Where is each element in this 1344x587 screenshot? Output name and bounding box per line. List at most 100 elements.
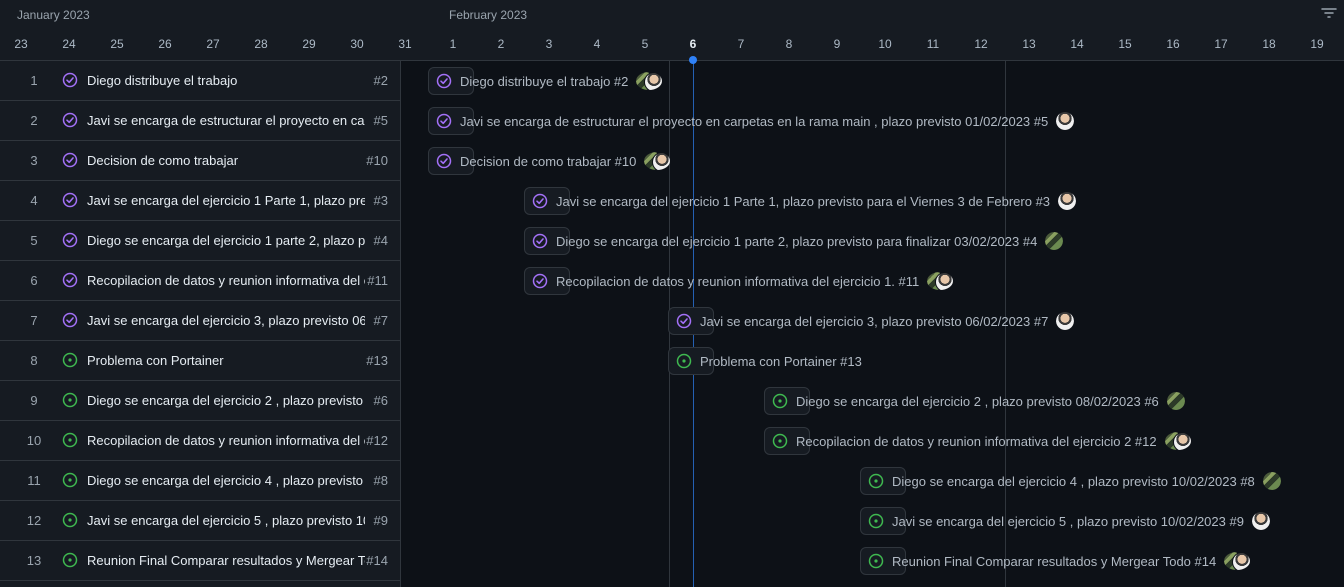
day-label: 8	[785, 37, 793, 51]
day-label: 13	[1022, 37, 1036, 51]
row-number: 8	[30, 353, 38, 368]
timeline-bar-label: Javi se encarga del ejercicio 1 Parte 1,…	[556, 194, 1051, 209]
issue-title[interactable]: Decision de como trabajar	[87, 153, 365, 168]
issue-title[interactable]: Recopilacion de datos y reunion informat…	[87, 273, 365, 288]
day-label: 15	[1118, 37, 1132, 51]
issue-row[interactable]: 11 Diego se encarga del ejercicio 4 , pla…	[0, 461, 400, 501]
issue-row[interactable]: 1 Diego distribuye el trabajo #2	[0, 61, 400, 101]
day-label: 9	[833, 37, 841, 51]
closed-issue-icon	[62, 152, 78, 168]
issue-title[interactable]: Javi se encarga del ejercicio 3, plazo p…	[87, 313, 365, 328]
issue-row[interactable]: 13 Reunion Final Comparar resultados y Me…	[0, 541, 400, 581]
day-label: 12	[974, 37, 988, 51]
day-label: 16	[1166, 37, 1180, 51]
row-number: 11	[27, 473, 41, 488]
issue-title[interactable]: Diego distribuye el trabajo	[87, 73, 365, 88]
issue-title[interactable]: Diego se encarga del ejercicio 1 parte 2…	[87, 233, 365, 248]
avatar-image	[935, 272, 954, 290]
issue-title[interactable]: Reunion Final Comparar resultados y Merg…	[87, 553, 365, 568]
closed-issue-icon	[532, 273, 548, 289]
row-number: 2	[30, 113, 38, 128]
assignee-avatar[interactable]	[1166, 392, 1185, 410]
timeline-bar-label: Javi se encarga de estructurar el proyec…	[460, 114, 1049, 129]
avatar-image	[1251, 512, 1270, 530]
open-issue-icon	[62, 392, 78, 408]
month-label: January 2023	[17, 8, 90, 22]
filter-icon[interactable]	[1320, 6, 1338, 22]
assignee-avatar[interactable]	[1056, 312, 1075, 330]
avatar-image	[1058, 192, 1077, 210]
assignee-avatar[interactable]	[1224, 552, 1251, 570]
closed-issue-icon	[62, 192, 78, 208]
issue-row[interactable]: 12 Javi se encarga del ejercicio 5 , plaz…	[0, 501, 400, 541]
issue-row[interactable]: 7 Javi se encarga del ejercicio 3, plazo …	[0, 301, 400, 341]
closed-issue-icon	[62, 72, 78, 88]
issue-title[interactable]: Javi se encarga del ejercicio 1 Parte 1,…	[87, 193, 365, 208]
timeline-bar-label: Decision de como trabajar #10	[460, 154, 637, 169]
row-number: 6	[30, 273, 38, 288]
avatar-image	[1262, 472, 1281, 490]
issue-row[interactable]: 2 Javi se encarga de estructurar el proye…	[0, 101, 400, 141]
issue-row[interactable]: 3 Decision de como trabajar #10	[0, 141, 400, 181]
assignee-avatar[interactable]	[1262, 472, 1281, 490]
day-label: 10	[878, 37, 892, 51]
assignee-avatar[interactable]	[636, 72, 663, 90]
issue-number: #2	[373, 73, 388, 88]
open-issue-icon	[676, 353, 692, 369]
row-number: 1	[30, 73, 38, 88]
assignee-avatar[interactable]	[1056, 112, 1075, 130]
row-number: 3	[30, 153, 38, 168]
open-issue-icon	[62, 512, 78, 528]
issue-number: #11	[367, 273, 388, 288]
closed-issue-icon	[62, 112, 78, 128]
issue-row[interactable]: 10 Recopilacion de datos y reunion inform…	[0, 421, 400, 461]
day-label: 23	[14, 37, 28, 51]
day-label: 19	[1310, 37, 1324, 51]
closed-issue-icon	[436, 73, 452, 89]
timeline-bar-label: Javi se encarga del ejercicio 5 , plazo …	[892, 514, 1244, 529]
assignee-avatar[interactable]	[1251, 512, 1270, 530]
row-number: 10	[26, 433, 42, 448]
issue-row[interactable]: 9 Diego se encarga del ejercicio 2 , plaz…	[0, 381, 400, 421]
issue-title[interactable]: Diego se encarga del ejercicio 2 , plazo…	[87, 393, 365, 408]
day-label: 30	[350, 37, 364, 51]
issue-title[interactable]: Problema con Portainer	[87, 353, 365, 368]
day-label: 28	[254, 37, 268, 51]
avatar-image	[1056, 112, 1075, 130]
day-label: 14	[1070, 37, 1084, 51]
issue-row[interactable]: 8 Problema con Portainer #13	[0, 341, 400, 381]
timeline-bar-label: Reunion Final Comparar resultados y Merg…	[892, 554, 1217, 569]
issue-row[interactable]: 5 Diego se encarga del ejercicio 1 parte …	[0, 221, 400, 261]
day-label: 27	[206, 37, 220, 51]
open-issue-icon	[868, 473, 884, 489]
timeline-bar-label: Problema con Portainer #13	[700, 354, 862, 369]
month-label: February 2023	[449, 8, 528, 22]
avatar-image	[1172, 432, 1191, 450]
timeline-bar-label: Recopilacion de datos y reunion informat…	[556, 274, 920, 289]
issue-number: #14	[366, 553, 388, 568]
issue-title[interactable]: Javi se encarga de estructurar el proyec…	[87, 113, 365, 128]
closed-issue-icon	[436, 153, 452, 169]
issue-number: #4	[373, 233, 388, 248]
day-label: 11	[926, 37, 940, 51]
assignee-avatar[interactable]	[927, 272, 954, 290]
day-label: 7	[737, 37, 745, 51]
issue-row[interactable]: 4 Javi se encarga del ejercicio 1 Parte 1…	[0, 181, 400, 221]
timeline-bar-label: Recopilacion de datos y reunion informat…	[796, 434, 1157, 449]
issue-title[interactable]: Diego se encarga del ejercicio 4 , plazo…	[87, 473, 365, 488]
open-issue-icon	[772, 393, 788, 409]
row-number: 13	[26, 553, 42, 568]
assignee-avatar[interactable]	[644, 152, 671, 170]
assignee-avatar[interactable]	[1058, 192, 1077, 210]
assignee-avatar[interactable]	[1045, 232, 1064, 250]
issue-row[interactable]: 6 Recopilacion de datos y reunion informa…	[0, 261, 400, 301]
closed-issue-icon	[62, 232, 78, 248]
closed-issue-icon	[532, 233, 548, 249]
assignee-avatar[interactable]	[1164, 432, 1191, 450]
open-issue-icon	[62, 472, 78, 488]
issue-number: #7	[373, 313, 388, 328]
issue-title[interactable]: Javi se encarga del ejercicio 5 , plazo …	[87, 513, 365, 528]
issue-number: #3	[373, 193, 388, 208]
issue-title[interactable]: Recopilacion de datos y reunion informat…	[87, 433, 365, 448]
day-label: 26	[158, 37, 172, 51]
